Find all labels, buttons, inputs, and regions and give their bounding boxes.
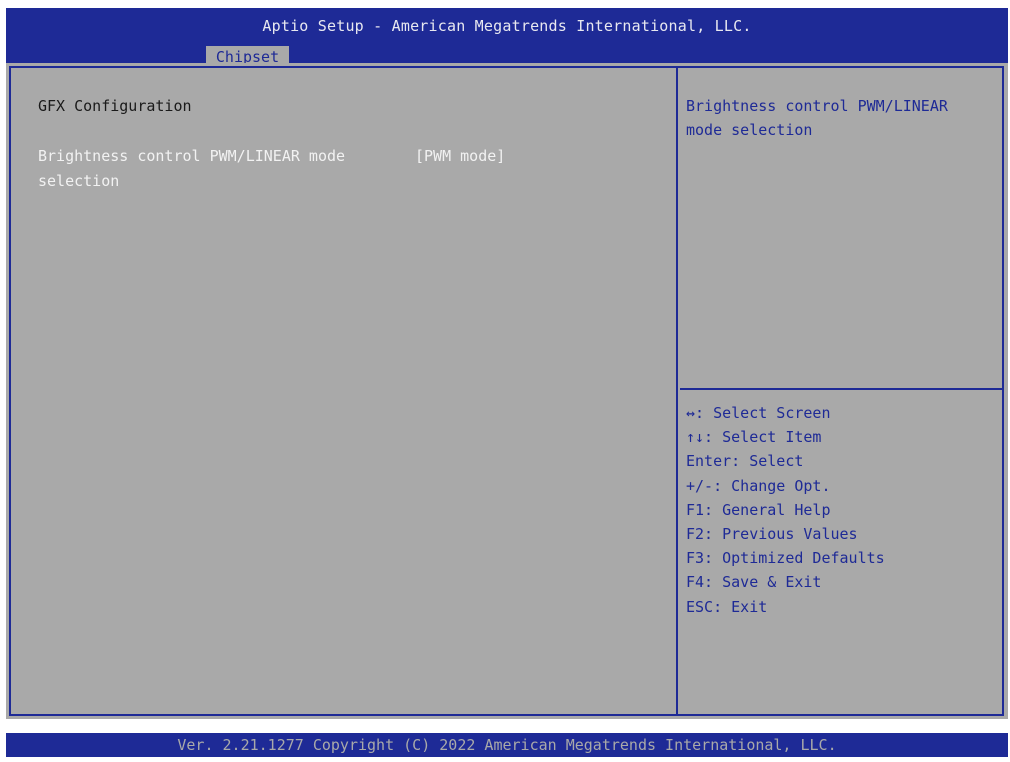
key-enter-select: Enter: Select [686,452,804,471]
key-general-help: F1: General Help [686,500,831,519]
footer-bar: Ver. 2.21.1277 Copyright (C) 2022 Americ… [6,733,1008,757]
help-panel: Brightness control PWM/LINEAR mode selec… [676,66,1004,716]
copyright-text: Ver. 2.21.1277 Copyright (C) 2022 Americ… [177,736,837,754]
header-bar: Aptio Setup - American Megatrends Intern… [6,8,1008,69]
key-previous-values: F2: Previous Values [686,525,858,544]
key-optimized-defaults: F3: Optimized Defaults [686,549,885,568]
help-description: Brightness control PWM/LINEAR mode selec… [686,97,948,139]
help-divider [680,388,1002,390]
main-area: GFX Configuration Brightness control PWM… [6,63,1008,719]
key-select-item: ↑↓: Select Item [686,428,822,447]
section-title: GFX Configuration [38,97,192,115]
bios-screen: Aptio Setup - American Megatrends Intern… [0,0,1010,762]
key-save-exit: F4: Save & Exit [686,573,822,592]
setting-label: Brightness control PWM/LINEAR mode selec… [38,147,346,190]
window-title: Aptio Setup - American Megatrends Intern… [262,17,752,35]
key-legend: ↔: Select Screen ↑↓: Select Item Enter: … [686,401,885,619]
setting-brightness-control[interactable]: Brightness control PWM/LINEAR mode selec… [38,144,598,190]
key-change-opt: +/-: Change Opt. [686,476,831,495]
key-select-screen: ↔: Select Screen [686,404,831,422]
key-exit: ESC: Exit [686,597,768,616]
setting-value[interactable]: [PWM mode] [415,144,505,169]
settings-panel: GFX Configuration Brightness control PWM… [9,66,677,716]
